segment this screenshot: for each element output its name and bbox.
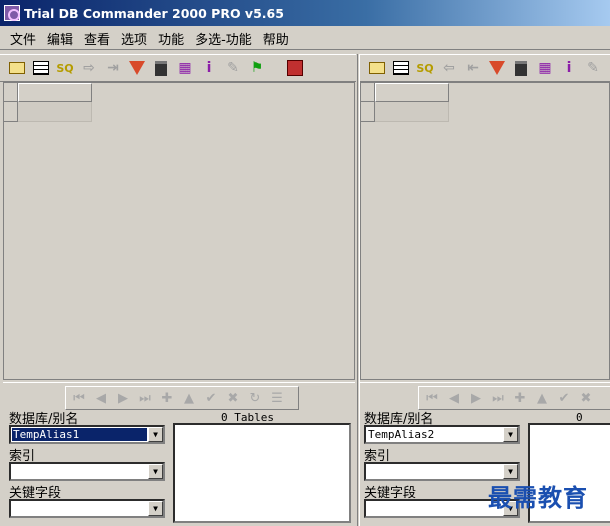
db-alias-select[interactable]: TempAlias2 ▼ — [364, 425, 520, 444]
delete-icon[interactable] — [150, 57, 172, 79]
post-record-icon[interactable]: ✔ — [555, 391, 573, 406]
exit-icon[interactable] — [284, 57, 306, 79]
chevron-down-icon[interactable]: ▼ — [148, 464, 163, 479]
next-record-icon[interactable]: ▶ — [114, 391, 132, 406]
grid-corner-cell — [4, 83, 18, 102]
first-record-icon[interactable]: ⏮ — [70, 391, 88, 406]
menu-view[interactable]: 查看 — [80, 29, 117, 48]
right-data-grid[interactable] — [360, 82, 610, 380]
tools-icon[interactable]: ✎ — [582, 57, 604, 79]
grid-cell[interactable] — [18, 102, 92, 122]
menu-bar: 文件 编辑 查看 选项 功能 多选-功能 帮助 — [0, 28, 610, 50]
filter-icon[interactable] — [486, 57, 508, 79]
db-alias-value: TempAlias1 — [12, 428, 147, 441]
menu-help[interactable]: 帮助 — [259, 29, 296, 48]
prior-record-icon[interactable]: ◀ — [92, 391, 110, 406]
export-icon[interactable]: ⇤ — [462, 57, 484, 79]
last-record-icon[interactable]: ⏭ — [489, 391, 507, 406]
title-bar: Trial DB Commander 2000 PRO v5.65 — [0, 0, 610, 26]
copy-arrow-left-icon[interactable]: ⇦ — [438, 57, 460, 79]
watermark-text: 最需教育 — [488, 483, 588, 512]
menu-functions[interactable]: 功能 — [154, 29, 191, 48]
db-icon[interactable]: ▦ — [174, 57, 196, 79]
left-toolbar: SQ ⇨ ⇥ ▦ i ✎ ⚑ — [0, 54, 356, 82]
next-record-icon[interactable]: ▶ — [467, 391, 485, 406]
delete-record-icon[interactable]: ▲ — [533, 391, 551, 406]
open-folder-icon[interactable] — [366, 57, 388, 79]
left-db-navigator: ⏮ ◀ ▶ ⏭ ✚ ▲ ✔ ✖ ↻ ☰ — [65, 386, 299, 410]
tables-listbox[interactable] — [173, 423, 351, 523]
post-record-icon[interactable]: ✔ — [202, 391, 220, 406]
last-record-icon[interactable]: ⏭ — [136, 391, 154, 406]
delete-icon[interactable] — [510, 57, 532, 79]
db-alias-select[interactable]: TempAlias1 ▼ — [9, 425, 165, 444]
chevron-down-icon[interactable]: ▼ — [148, 501, 163, 516]
grid-cell[interactable] — [375, 102, 449, 122]
right-db-navigator: ⏮ ◀ ▶ ⏭ ✚ ▲ ✔ ✖ — [418, 386, 610, 410]
table-icon[interactable] — [30, 57, 52, 79]
grid-row-indicator[interactable] — [361, 102, 375, 122]
refresh-icon[interactable]: ↻ — [246, 391, 264, 406]
chevron-down-icon[interactable]: ▼ — [148, 427, 163, 442]
delete-record-icon[interactable]: ▲ — [180, 391, 198, 406]
cancel-record-icon[interactable]: ✖ — [577, 391, 595, 406]
right-toolbar: SQ ⇦ ⇤ ▦ i ✎ — [360, 54, 610, 82]
copy-arrow-icon[interactable]: ⇨ — [78, 57, 100, 79]
chevron-down-icon[interactable]: ▼ — [503, 464, 518, 479]
db-alias-value: TempAlias2 — [368, 428, 435, 441]
export-icon[interactable]: ⇥ — [102, 57, 124, 79]
fields-icon[interactable]: ☰ — [268, 391, 286, 406]
app-icon[interactable] — [4, 5, 20, 21]
info-icon[interactable]: i — [198, 57, 220, 79]
insert-record-icon[interactable]: ✚ — [511, 391, 529, 406]
menu-edit[interactable]: 编辑 — [43, 29, 80, 48]
left-data-grid[interactable] — [3, 82, 355, 380]
menu-file[interactable]: 文件 — [6, 29, 43, 48]
insert-record-icon[interactable]: ✚ — [158, 391, 176, 406]
sql-icon[interactable]: SQ — [54, 57, 76, 79]
grid-row-indicator[interactable] — [4, 102, 18, 122]
run-icon[interactable]: ⚑ — [246, 57, 268, 79]
filter-icon[interactable] — [126, 57, 148, 79]
window-title: Trial DB Commander 2000 PRO v5.65 — [24, 5, 284, 21]
menu-multi-functions[interactable]: 多选-功能 — [191, 29, 259, 48]
grid-column-header[interactable] — [375, 83, 449, 102]
left-bottom-panel: ⏮ ◀ ▶ ⏭ ✚ ▲ ✔ ✖ ↻ ☰ 数据库/别名 0 Tables Temp… — [3, 382, 355, 526]
table-icon[interactable] — [390, 57, 412, 79]
open-folder-icon[interactable] — [6, 57, 28, 79]
key-field-select[interactable]: ▼ — [9, 499, 165, 518]
chevron-down-icon[interactable]: ▼ — [503, 427, 518, 442]
sql-icon[interactable]: SQ — [414, 57, 436, 79]
index-select[interactable]: ▼ — [9, 462, 165, 481]
db-icon[interactable]: ▦ — [534, 57, 556, 79]
tools-icon[interactable]: ✎ — [222, 57, 244, 79]
info-icon[interactable]: i — [558, 57, 580, 79]
first-record-icon[interactable]: ⏮ — [423, 391, 441, 406]
prior-record-icon[interactable]: ◀ — [445, 391, 463, 406]
cancel-record-icon[interactable]: ✖ — [224, 391, 242, 406]
grid-corner-cell — [361, 83, 375, 102]
menu-options[interactable]: 选项 — [117, 29, 154, 48]
grid-column-header[interactable] — [18, 83, 92, 102]
